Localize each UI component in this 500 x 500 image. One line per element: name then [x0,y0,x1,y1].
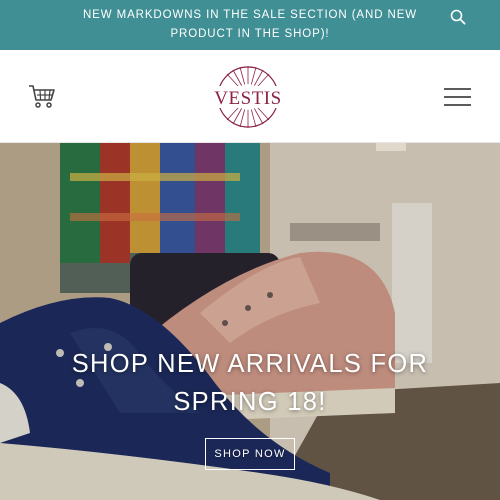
search-icon[interactable] [450,9,466,25]
announcement-text[interactable]: NEW MARKDOWNS IN THE SALE SECTION (AND N… [50,6,450,44]
vestis-logo[interactable]: VESTIS [206,64,290,130]
hero-banner: SHOP NEW ARRIVALS FOR SPRING 18! SHOP NO… [0,143,500,500]
shop-now-button[interactable]: SHOP NOW [205,438,295,470]
hamburger-menu-icon[interactable] [444,87,471,107]
announcement-bar: NEW MARKDOWNS IN THE SALE SECTION (AND N… [0,0,500,50]
hero-heading: SHOP NEW ARRIVALS FOR SPRING 18! [71,350,429,416]
shopping-cart-icon[interactable] [28,83,56,109]
logo-text: VESTIS [214,88,281,109]
site-header: VESTIS [0,50,500,143]
